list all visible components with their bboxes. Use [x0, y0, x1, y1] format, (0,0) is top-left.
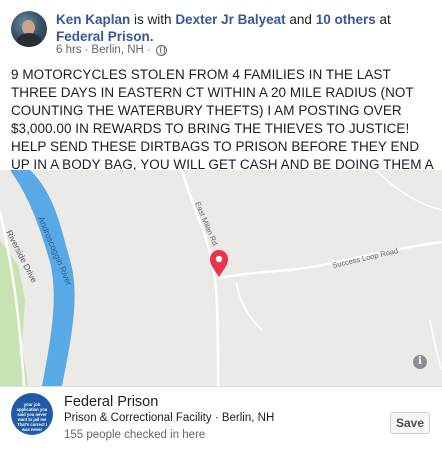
others-link[interactable]: 10 others — [316, 12, 376, 27]
meta-separator: · — [84, 44, 89, 56]
post-header-line: Ken Kaplan is with Dexter Jr Balyeat and… — [56, 11, 436, 45]
place-name[interactable]: Federal Prison — [64, 394, 158, 410]
side-road-3 — [429, 319, 442, 371]
post-meta: 6 hrs · Berlin, NH · — [56, 44, 167, 56]
success-loop-road — [217, 240, 442, 280]
and-text: and — [289, 12, 312, 27]
place-checkins: 155 people checked in here — [64, 429, 206, 441]
with-text: is with — [134, 12, 172, 27]
map-canvas: Androscoggin River Riverside Drive East … — [0, 170, 442, 386]
map-info-icon[interactable]: i — [413, 355, 427, 369]
map-pin-icon[interactable] — [210, 250, 228, 277]
place-category: Prison & Correctional Facility · Berlin,… — [64, 412, 275, 424]
map-label-success-loop: Success Loop Road — [331, 246, 398, 270]
author-avatar[interactable] — [11, 11, 47, 47]
at-text: at — [379, 12, 391, 27]
tagged-person-link[interactable]: Dexter Jr Balyeat — [175, 12, 285, 27]
avatar-body — [16, 33, 42, 47]
location-link[interactable]: Federal Prison. — [56, 29, 154, 44]
post-header: Ken Kaplan is with Dexter Jr Balyeat and… — [0, 0, 442, 62]
meta-separator-2: · — [146, 44, 151, 56]
place-thumbnail[interactable]: your job application you said you never … — [11, 393, 53, 435]
save-button[interactable]: Save — [390, 412, 430, 434]
author-name-link[interactable]: Ken Kaplan — [56, 12, 130, 27]
side-road — [235, 281, 263, 331]
post-time[interactable]: 6 hrs — [56, 44, 82, 56]
place-thumbnail-text: your job application you said you never … — [16, 402, 48, 432]
place-card[interactable]: your job application you said you never … — [0, 386, 442, 450]
post-place[interactable]: Berlin, NH — [91, 44, 143, 56]
side-road-2 — [375, 170, 442, 211]
globe-icon[interactable] — [155, 44, 167, 56]
location-map[interactable]: Androscoggin River Riverside Drive East … — [0, 170, 442, 386]
